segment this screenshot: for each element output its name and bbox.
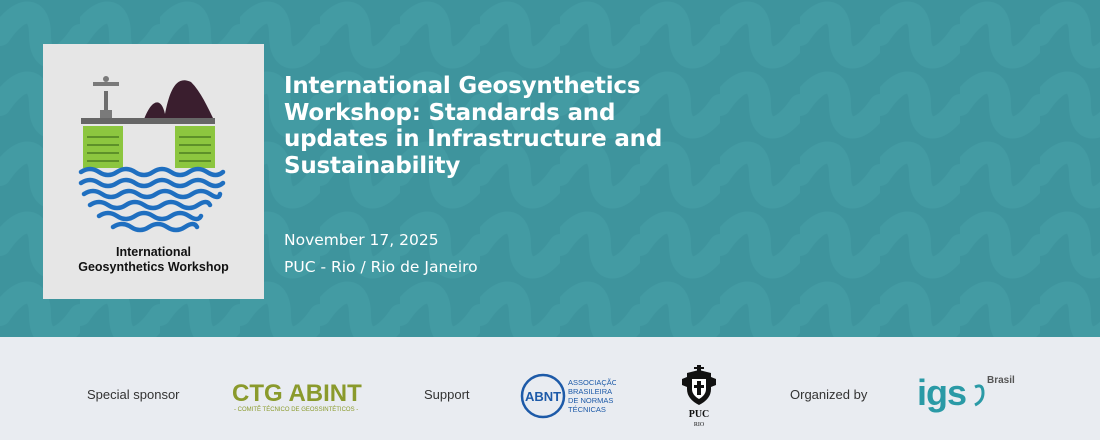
logo-caption-line1: International xyxy=(115,245,191,259)
igs-wordmark: igs xyxy=(917,372,966,413)
workshop-emblem-graphic xyxy=(78,76,226,233)
event-title: International Geosynthetics Workshop: St… xyxy=(284,73,663,179)
igs-swoosh-icon xyxy=(974,384,985,407)
igs-brasil-suffix: Brasil xyxy=(987,375,1015,386)
ctg-abint-tagline: - COMITÊ TÉCNICO DE GEOSSINTÉTICOS - xyxy=(234,405,358,413)
abnt-line2: BRASILEIRA xyxy=(568,387,612,396)
organized-by-label: Organized by xyxy=(790,387,868,402)
logo-caption-line2: Geosynthetics Workshop xyxy=(78,260,229,274)
event-date: November 17, 2025 xyxy=(284,231,439,249)
workshop-logo-caption: International Geosynthetics Workshop xyxy=(43,245,264,275)
puc-wordmark: PUC xyxy=(689,409,710,420)
abnt-line1: ASSOCIAÇÃO xyxy=(568,378,616,387)
event-location: PUC - Rio / Rio de Janeiro xyxy=(284,258,478,276)
abnt-line4: TÉCNICAS xyxy=(568,405,606,414)
puc-rio-logo[interactable]: PUC RIO xyxy=(680,365,718,429)
hero-banner: International Geosynthetics Workshop Int… xyxy=(0,0,1100,337)
igs-brasil-logo[interactable]: igs Brasil xyxy=(915,371,1019,421)
ctg-abint-logo[interactable]: CTG ABINT - COMITÊ TÉCNICO DE GEOSSINTÉT… xyxy=(230,379,378,413)
abnt-monogram: ABNT xyxy=(525,389,561,404)
sponsors-footer: Special sponsor CTG ABINT - COMITÊ TÉCNI… xyxy=(0,337,1100,440)
abnt-logo[interactable]: ABNT ASSOCIAÇÃO BRASILEIRA DE NORMAS TÉC… xyxy=(520,373,616,419)
support-label: Support xyxy=(424,387,470,402)
ctg-abint-wordmark: CTG ABINT xyxy=(232,380,362,407)
abnt-line3: DE NORMAS xyxy=(568,396,613,405)
special-sponsor-label: Special sponsor xyxy=(87,387,180,402)
puc-rio-label: RIO xyxy=(694,422,705,428)
workshop-logo: International Geosynthetics Workshop xyxy=(43,44,264,299)
